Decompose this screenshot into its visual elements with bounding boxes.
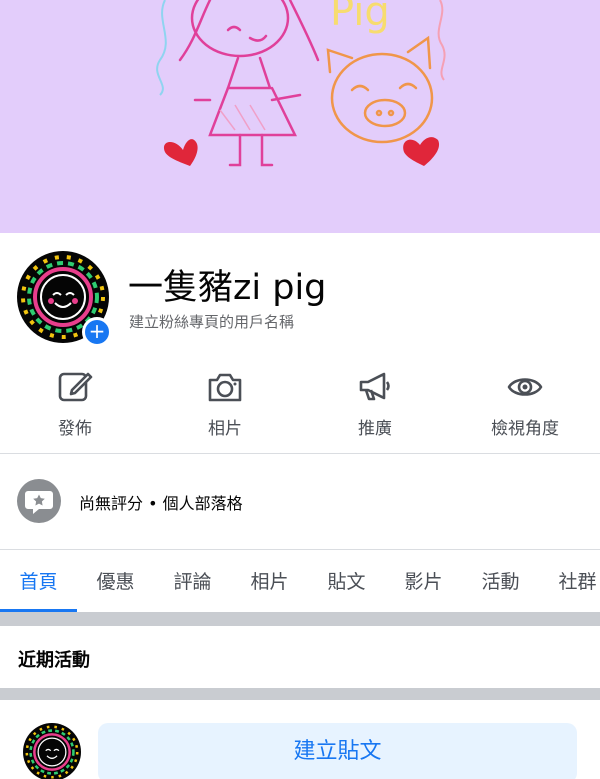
camera-icon	[208, 373, 242, 402]
publish-button[interactable]: 發佈	[0, 353, 150, 453]
tab-reviews[interactable]: 評論	[154, 550, 231, 612]
composer-avatar[interactable]	[23, 723, 81, 779]
view-as-label: 檢視角度	[491, 419, 559, 439]
review-info-row[interactable]: 尚無評分 • 個人部落格	[0, 454, 600, 549]
profile-header: + 一隻豬zi pig 建立粉絲專頁的用戶名稱	[0, 233, 600, 353]
recent-activity-section: 近期活動	[0, 626, 600, 688]
edit-icon	[58, 372, 93, 402]
recent-activity-title: 近期活動	[18, 650, 90, 671]
megaphone-icon	[359, 372, 390, 401]
photos-label: 相片	[208, 419, 242, 439]
eye-icon	[507, 378, 543, 396]
view-as-button[interactable]: 檢視角度	[450, 353, 600, 453]
post-composer: 建立貼文	[0, 700, 600, 779]
page-actions: 發佈 相片 推廣 檢視角度	[0, 353, 600, 453]
sun-face-icon	[25, 725, 79, 779]
cover-drawing-text: Pig	[330, 0, 390, 35]
cover-drawing: Pig	[156, 0, 446, 167]
page-tabs: 首頁 優惠 評論 相片 貼文 影片 活動 社群	[0, 550, 600, 612]
promote-label: 推廣	[358, 419, 392, 439]
tab-events[interactable]: 活動	[462, 550, 539, 612]
tab-posts[interactable]: 貼文	[308, 550, 385, 612]
page-name: 一隻豬zi pig	[128, 268, 327, 308]
section-separator	[0, 688, 600, 700]
create-post-button[interactable]: 建立貼文	[98, 723, 577, 779]
tab-videos[interactable]: 影片	[385, 550, 462, 612]
speech-bubble-star-icon	[17, 479, 61, 523]
create-username-link[interactable]: 建立粉絲專頁的用戶名稱	[129, 311, 294, 332]
tab-home[interactable]: 首頁	[0, 550, 77, 612]
cover-photo[interactable]: Pig	[0, 0, 600, 233]
tab-offers[interactable]: 優惠	[77, 550, 154, 612]
section-separator	[0, 612, 600, 626]
publish-label: 發佈	[58, 419, 92, 439]
tab-photos[interactable]: 相片	[231, 550, 308, 612]
tab-community[interactable]: 社群	[539, 550, 600, 612]
plus-icon: +	[88, 319, 106, 343]
add-profile-photo-button[interactable]: +	[82, 317, 112, 347]
promote-button[interactable]: 推廣	[300, 353, 450, 453]
photos-button[interactable]: 相片	[150, 353, 300, 453]
review-status-text: 尚無評分 • 個人部落格	[79, 494, 243, 513]
